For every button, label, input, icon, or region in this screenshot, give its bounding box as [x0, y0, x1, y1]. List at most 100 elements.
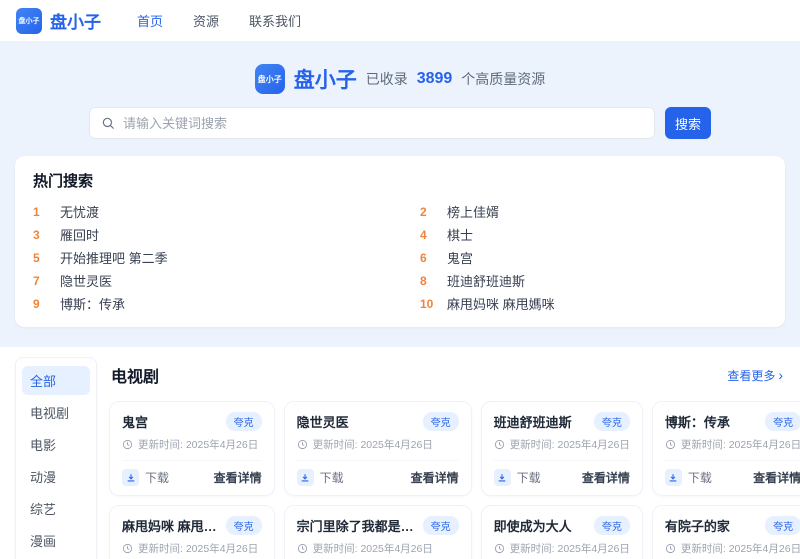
sidebar-category-item[interactable]: 动漫: [22, 462, 90, 491]
card-title[interactable]: 宗门里除了我都是卧底: [297, 516, 417, 535]
card-updated-text: 更新时间: 2025年4月26日: [313, 541, 433, 556]
brand-logo-icon[interactable]: 盘小子: [16, 8, 42, 34]
clock-icon: [297, 439, 308, 450]
hot-search-item[interactable]: 1 无忧渡: [33, 200, 380, 223]
hot-search-rank: 7: [33, 274, 49, 288]
brand-name[interactable]: 盘小子: [50, 8, 101, 33]
card-grid: 鬼宫 夸克 更新时间: 2025年4月26日: [109, 401, 785, 559]
hot-search-rank: 9: [33, 297, 49, 311]
search-input[interactable]: [123, 116, 643, 131]
download-button[interactable]: 下载: [122, 469, 169, 486]
sidebar-category-item[interactable]: 全部: [22, 366, 90, 395]
hot-search-label: 班迪舒班迪斯: [447, 271, 525, 290]
hot-search-label: 隐世灵医: [60, 271, 112, 290]
quark-badge: 夸克: [765, 412, 800, 431]
quark-badge: 夸克: [423, 412, 459, 431]
sidebar-category-item[interactable]: 漫画: [22, 526, 90, 555]
hero-stats-prefix: 已收录: [366, 69, 408, 89]
card-meta-row: 更新时间: 2025年4月26日: [297, 437, 459, 461]
view-detail-link[interactable]: 查看详情: [753, 469, 800, 486]
card-title[interactable]: 即使成为大人: [494, 516, 572, 535]
category-sidebar: 全部 电视剧 电影 动漫 综艺 漫画 短剧 电子书 课程 音乐: [15, 357, 97, 559]
download-icon: [122, 469, 139, 486]
card-top-row: 宗门里除了我都是卧底 夸克: [297, 516, 459, 535]
card-title[interactable]: 鬼宫: [122, 412, 148, 431]
hot-search-rank: 6: [420, 251, 436, 265]
card-meta-row: 更新时间: 2025年4月26日: [665, 541, 800, 559]
hot-search-item[interactable]: 8 班迪舒班迪斯: [420, 269, 767, 292]
clock-icon: [665, 439, 676, 450]
hot-search-rank: 3: [33, 228, 49, 242]
download-button[interactable]: 下载: [297, 469, 344, 486]
resource-card: 博斯：传承 夸克 更新时间: 2025年4月26日: [652, 401, 800, 496]
clock-icon: [494, 543, 505, 554]
search-button[interactable]: 搜索: [665, 107, 711, 139]
view-detail-link[interactable]: 查看详情: [411, 469, 459, 486]
hot-search-title: 热门搜索: [33, 170, 767, 191]
hot-search-item[interactable]: 3 雁回时: [33, 223, 380, 246]
card-top-row: 鬼宫 夸克: [122, 412, 262, 431]
nav-link[interactable]: 联系我们: [249, 11, 301, 30]
card-meta-row: 更新时间: 2025年4月26日: [122, 437, 262, 461]
search-box[interactable]: [89, 107, 655, 139]
section-title: 电视剧: [111, 363, 159, 387]
hot-search-rank: 10: [420, 297, 436, 311]
download-button[interactable]: 下载: [494, 469, 541, 486]
hero-section: 盘小子 盘小子 已收录 3899 个高质量资源 搜索 热门搜索 1 无忧渡 2: [0, 42, 800, 347]
view-detail-link[interactable]: 查看详情: [582, 469, 630, 486]
hot-search-item[interactable]: 4 棋士: [420, 223, 767, 246]
hot-search-panel: 热门搜索 1 无忧渡 2 榜上佳婿 3 雁回时 4: [15, 156, 785, 327]
resource-card: 宗门里除了我都是卧底 夸克 更新时间: 2025年4月26日: [284, 505, 472, 559]
sidebar-category-item[interactable]: 电视剧: [22, 398, 90, 427]
hero-brand-name: 盘小子: [294, 64, 357, 94]
nav-link[interactable]: 资源: [193, 11, 219, 30]
download-label: 下载: [688, 469, 712, 486]
main-panel: 电视剧 查看更多 › 鬼宫 夸克 更新时间: 2025年: [109, 357, 785, 559]
hero-logo-text: 盘小子: [258, 74, 282, 85]
hot-search-label: 鬼宫: [447, 248, 473, 267]
download-icon: [665, 469, 682, 486]
card-updated-text: 更新时间: 2025年4月26日: [138, 541, 258, 556]
hot-search-label: 博斯：传承: [60, 294, 125, 313]
chevron-right-icon: ›: [778, 368, 783, 382]
brand-logo-text: 盘小子: [19, 16, 40, 26]
hero-title-row: 盘小子 盘小子 已收录 3899 个高质量资源: [15, 64, 785, 94]
clock-icon: [122, 439, 133, 450]
hot-search-rank: 8: [420, 274, 436, 288]
clock-icon: [122, 543, 133, 554]
content-section: 全部 电视剧 电影 动漫 综艺 漫画 短剧 电子书 课程 音乐 电视剧 查看更多…: [0, 347, 800, 559]
hot-search-label: 棋士: [447, 225, 473, 244]
view-detail-link[interactable]: 查看详情: [214, 469, 262, 486]
card-title[interactable]: 班迪舒班迪斯: [494, 412, 572, 431]
hot-search-item[interactable]: 10 麻甩妈咪 麻甩媽咪: [420, 292, 767, 315]
hot-search-item[interactable]: 6 鬼宫: [420, 246, 767, 269]
card-title[interactable]: 麻甩妈咪 麻甩媽咪: [122, 516, 220, 535]
download-button[interactable]: 下载: [665, 469, 712, 486]
hot-search-item[interactable]: 9 博斯：传承: [33, 292, 380, 315]
download-label: 下载: [320, 469, 344, 486]
clock-icon: [494, 439, 505, 450]
quark-badge: 夸克: [226, 516, 262, 535]
card-updated-text: 更新时间: 2025年4月26日: [681, 437, 800, 452]
quark-badge: 夸克: [594, 412, 630, 431]
clock-icon: [665, 543, 676, 554]
quark-badge: 夸克: [226, 412, 262, 431]
hot-search-item[interactable]: 7 隐世灵医: [33, 269, 380, 292]
card-updated-text: 更新时间: 2025年4月26日: [510, 437, 630, 452]
quark-badge: 夸克: [594, 516, 630, 535]
top-navbar: 盘小子 盘小子 首页 资源 联系我们: [0, 0, 800, 42]
view-more-link[interactable]: 查看更多 ›: [727, 367, 783, 384]
nav-link[interactable]: 首页: [137, 11, 163, 30]
hot-search-item[interactable]: 2 榜上佳婿: [420, 200, 767, 223]
resource-card: 有院子的家 夸克 更新时间: 2025年4月26日: [652, 505, 800, 559]
card-title[interactable]: 博斯：传承: [665, 412, 730, 431]
hot-search-item[interactable]: 5 开始推理吧 第二季: [33, 246, 380, 269]
card-title[interactable]: 隐世灵医: [297, 412, 349, 431]
clock-icon: [297, 543, 308, 554]
download-label: 下载: [517, 469, 541, 486]
card-title[interactable]: 有院子的家: [665, 516, 730, 535]
view-more-label: 查看更多: [727, 367, 775, 384]
hot-search-label: 无忧渡: [60, 202, 99, 221]
sidebar-category-item[interactable]: 综艺: [22, 494, 90, 523]
sidebar-category-item[interactable]: 电影: [22, 430, 90, 459]
